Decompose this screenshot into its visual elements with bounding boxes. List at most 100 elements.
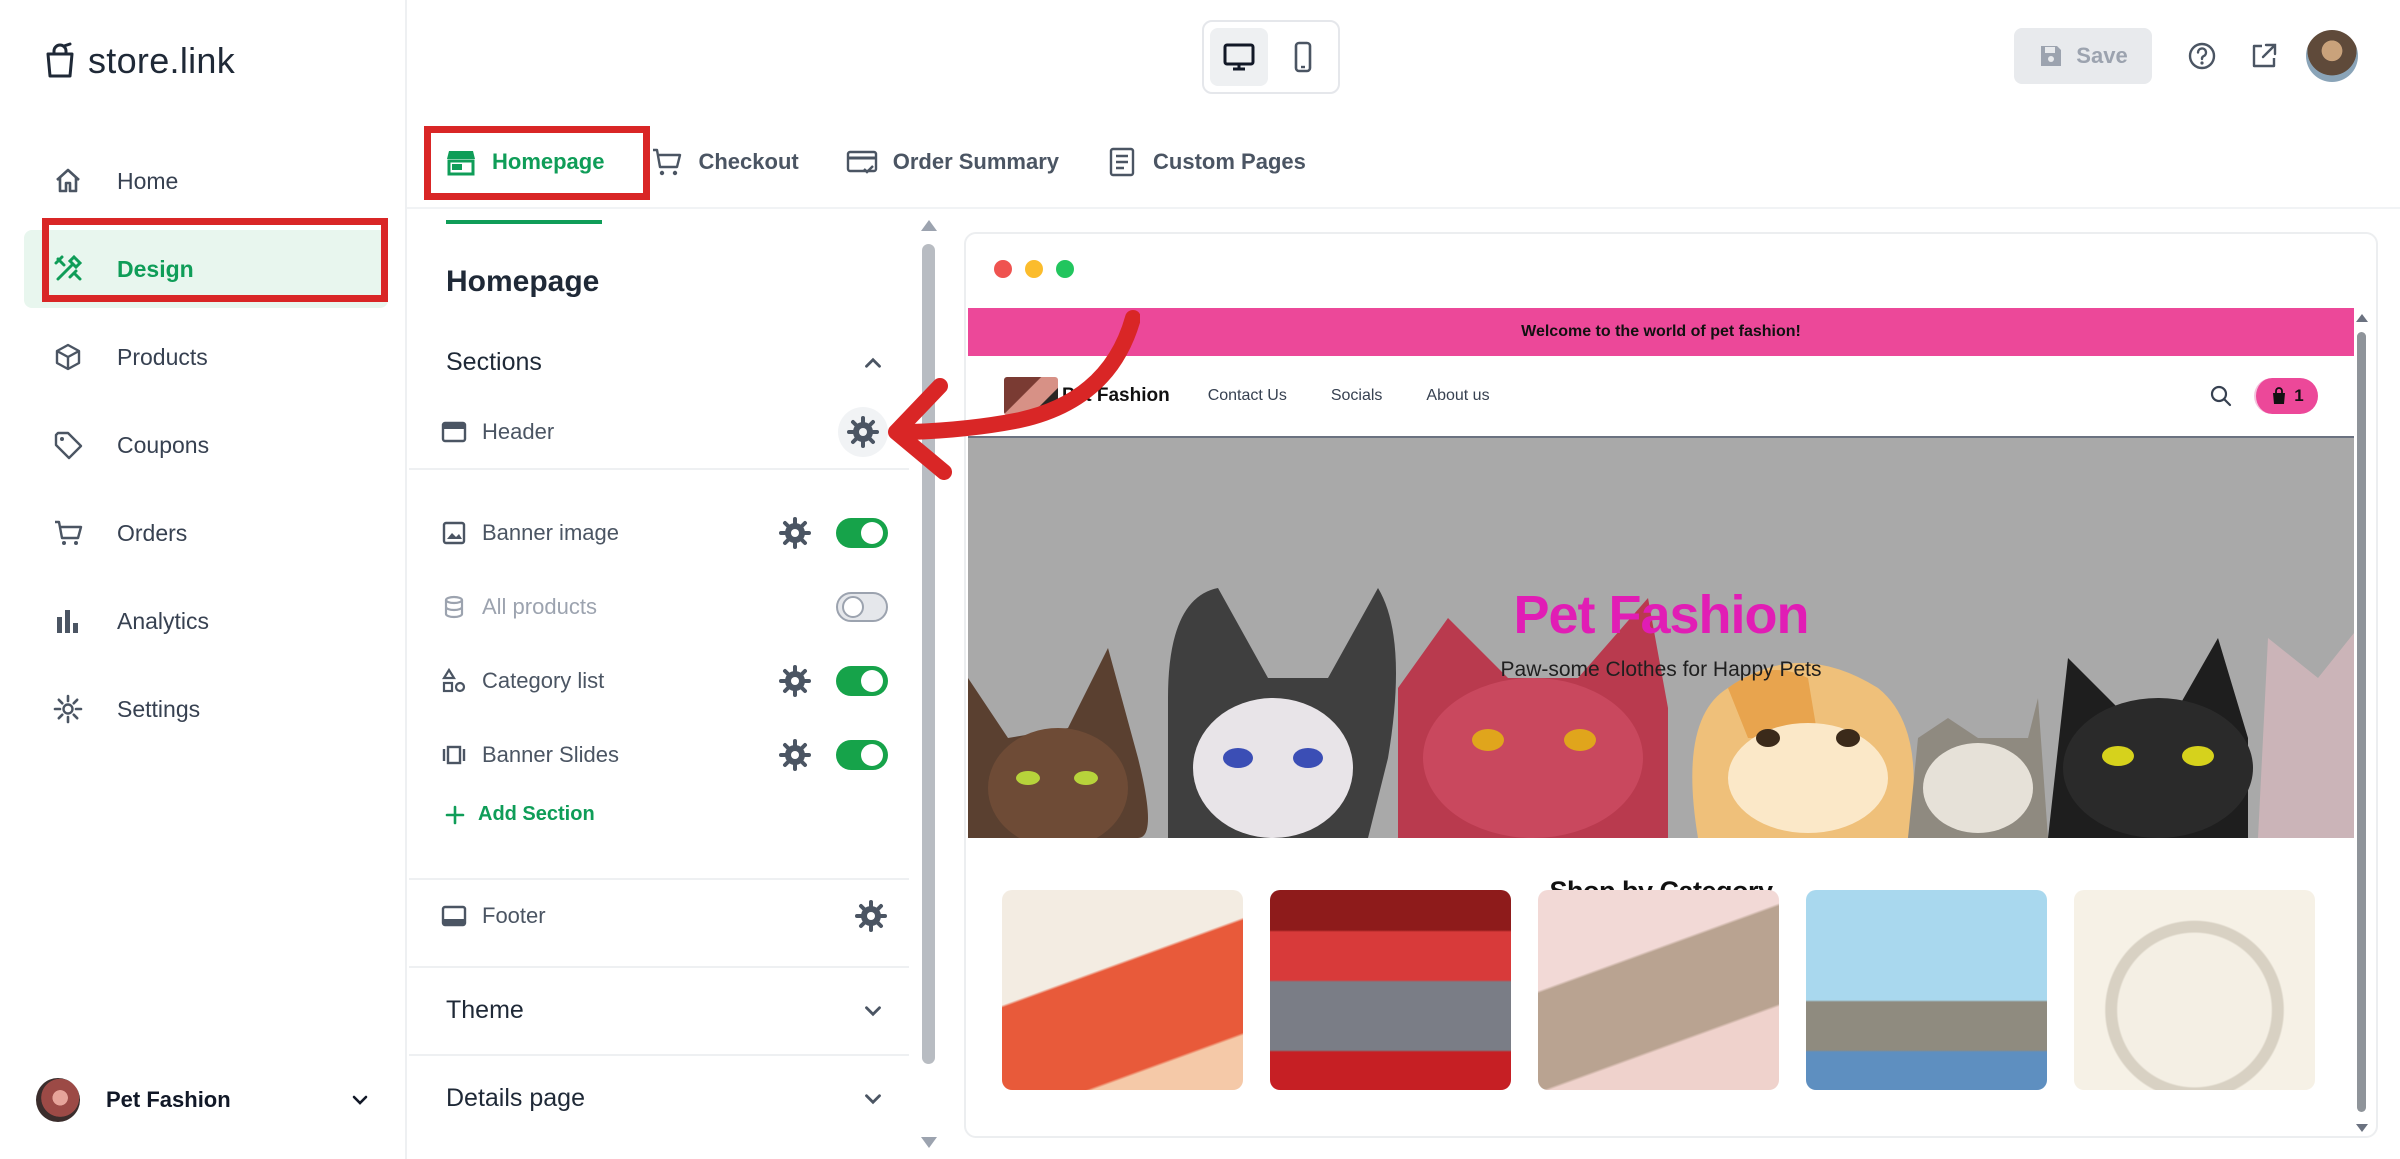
category-card[interactable] [2074,890,2315,1090]
chevron-up-icon [865,357,881,368]
category-card[interactable] [1806,890,2047,1090]
section-label: Banner image [482,520,619,545]
category-grid [1002,890,2315,1090]
nav-link-about[interactable]: About us [1426,387,1489,405]
sections-panel: Homepage Sections Header Banner image Al… [409,209,909,1159]
section-row-category-list: Category list [440,653,888,709]
topbar-actions: Save [2014,28,2358,84]
search-icon[interactable] [2208,383,2234,409]
section-label: Header [482,419,555,444]
details-page-heading: Details page [446,1084,585,1112]
store-avatar [36,1078,80,1122]
save-label: Save [2076,43,2128,68]
tab-order-summary[interactable]: Order Summary [825,126,1079,198]
category-card[interactable] [1538,890,1779,1090]
store-link-logo[interactable]: store.link [42,40,235,82]
sidebar-item-label: Design [117,255,194,282]
hero-subtitle: Paw-some Clothes for Happy Pets [1500,658,1822,681]
document-icon [1109,147,1135,177]
tab-homepage[interactable]: Homepage [424,126,624,224]
divider [409,878,909,880]
tab-checkout[interactable]: Checkout [630,126,818,198]
gear-icon[interactable] [778,516,812,550]
sidebar-item-label: Home [117,167,179,194]
panel-scrollbar[interactable] [914,216,944,1150]
divider [409,468,909,470]
database-icon [444,595,464,619]
nav-link-contact[interactable]: Contact Us [1208,387,1287,405]
external-link-icon [2252,43,2277,68]
chevron-down-icon [865,1005,881,1016]
all-products-toggle[interactable] [836,592,888,622]
header-layout-icon [441,421,467,443]
sections-group-toggle[interactable]: Sections [446,348,886,377]
section-row-footer: Footer [440,888,888,944]
sidebar-item-settings[interactable]: Settings [24,670,388,748]
bag-icon [2273,387,2286,404]
tag-icon [54,431,83,460]
section-label: Footer [482,903,546,928]
sidebar-item-label: Settings [117,695,201,722]
plus-icon [445,805,465,824]
tab-label: Checkout [698,149,799,174]
store-switcher[interactable]: Pet Fashion [36,1075,372,1125]
sidebar-item-coupons[interactable]: Coupons [24,406,388,484]
box-icon [55,343,81,371]
theme-group-toggle[interactable]: Theme [446,996,886,1025]
store-logo[interactable] [1004,377,1058,415]
section-label: All products [482,594,597,619]
sidebar-item-orders[interactable]: Orders [24,494,388,572]
gear-icon[interactable] [778,738,812,772]
add-section-button[interactable]: Add Section [444,803,595,826]
sidebar-item-design[interactable]: Design [24,230,388,308]
floppy-disk-icon [2041,46,2062,66]
gear-icon [847,416,879,448]
category-list-toggle[interactable] [836,666,888,696]
sidebar-item-home[interactable]: Home [24,142,388,220]
desktop-view-button[interactable] [1210,28,1268,86]
mobile-icon [1294,41,1312,73]
sidebar-item-products[interactable]: Products [24,318,388,396]
sidebar-item-label: Orders [117,519,188,546]
panel-title: Homepage [446,265,600,298]
gear-icon[interactable] [854,899,888,933]
section-label: Banner Slides [482,742,619,767]
divider [409,966,909,968]
bar-chart-icon [57,610,78,633]
help-button[interactable] [2182,36,2222,76]
tab-label: Order Summary [892,149,1060,174]
minimize-dot [1025,260,1043,278]
section-row-header: Header [440,404,888,460]
category-card[interactable] [1270,890,1511,1090]
header-settings-button[interactable] [838,407,888,457]
preview-scrollbar[interactable] [2352,308,2372,1136]
cart-button[interactable]: 1 [2254,378,2318,414]
user-avatar[interactable] [2306,30,2358,82]
divider [409,1054,909,1056]
category-card[interactable] [1002,890,1243,1090]
banner-slides-toggle[interactable] [836,740,888,770]
close-dot [994,260,1012,278]
tab-label: Custom Pages [1153,149,1306,174]
theme-heading: Theme [446,996,524,1024]
logo-text: store.link [88,40,236,81]
design-icon [54,254,83,281]
sections-heading: Sections [446,348,542,376]
nav-link-socials[interactable]: Socials [1331,387,1383,405]
tab-custom-pages[interactable]: Custom Pages [1085,126,1326,198]
gear-icon[interactable] [778,664,812,698]
section-row-banner-image: Banner image [440,505,888,561]
save-button[interactable]: Save [2014,28,2152,84]
store-brand[interactable]: Pet Fashion [1062,385,1170,407]
footer-layout-icon [441,905,467,927]
banner-image-toggle[interactable] [836,518,888,548]
mobile-view-button[interactable] [1274,28,1332,86]
store-preview-window: Welcome to the world of pet fashion! Pet… [964,232,2378,1138]
hero-title: Pet Fashion [1513,585,1809,645]
sidebar-item-analytics[interactable]: Analytics [24,582,388,660]
open-store-button[interactable] [2244,36,2284,76]
device-view-toggle [1202,20,1340,94]
cart-count: 1 [2294,386,2304,405]
details-page-group-toggle[interactable]: Details page [446,1084,886,1113]
add-section-label: Add Section [478,803,595,825]
